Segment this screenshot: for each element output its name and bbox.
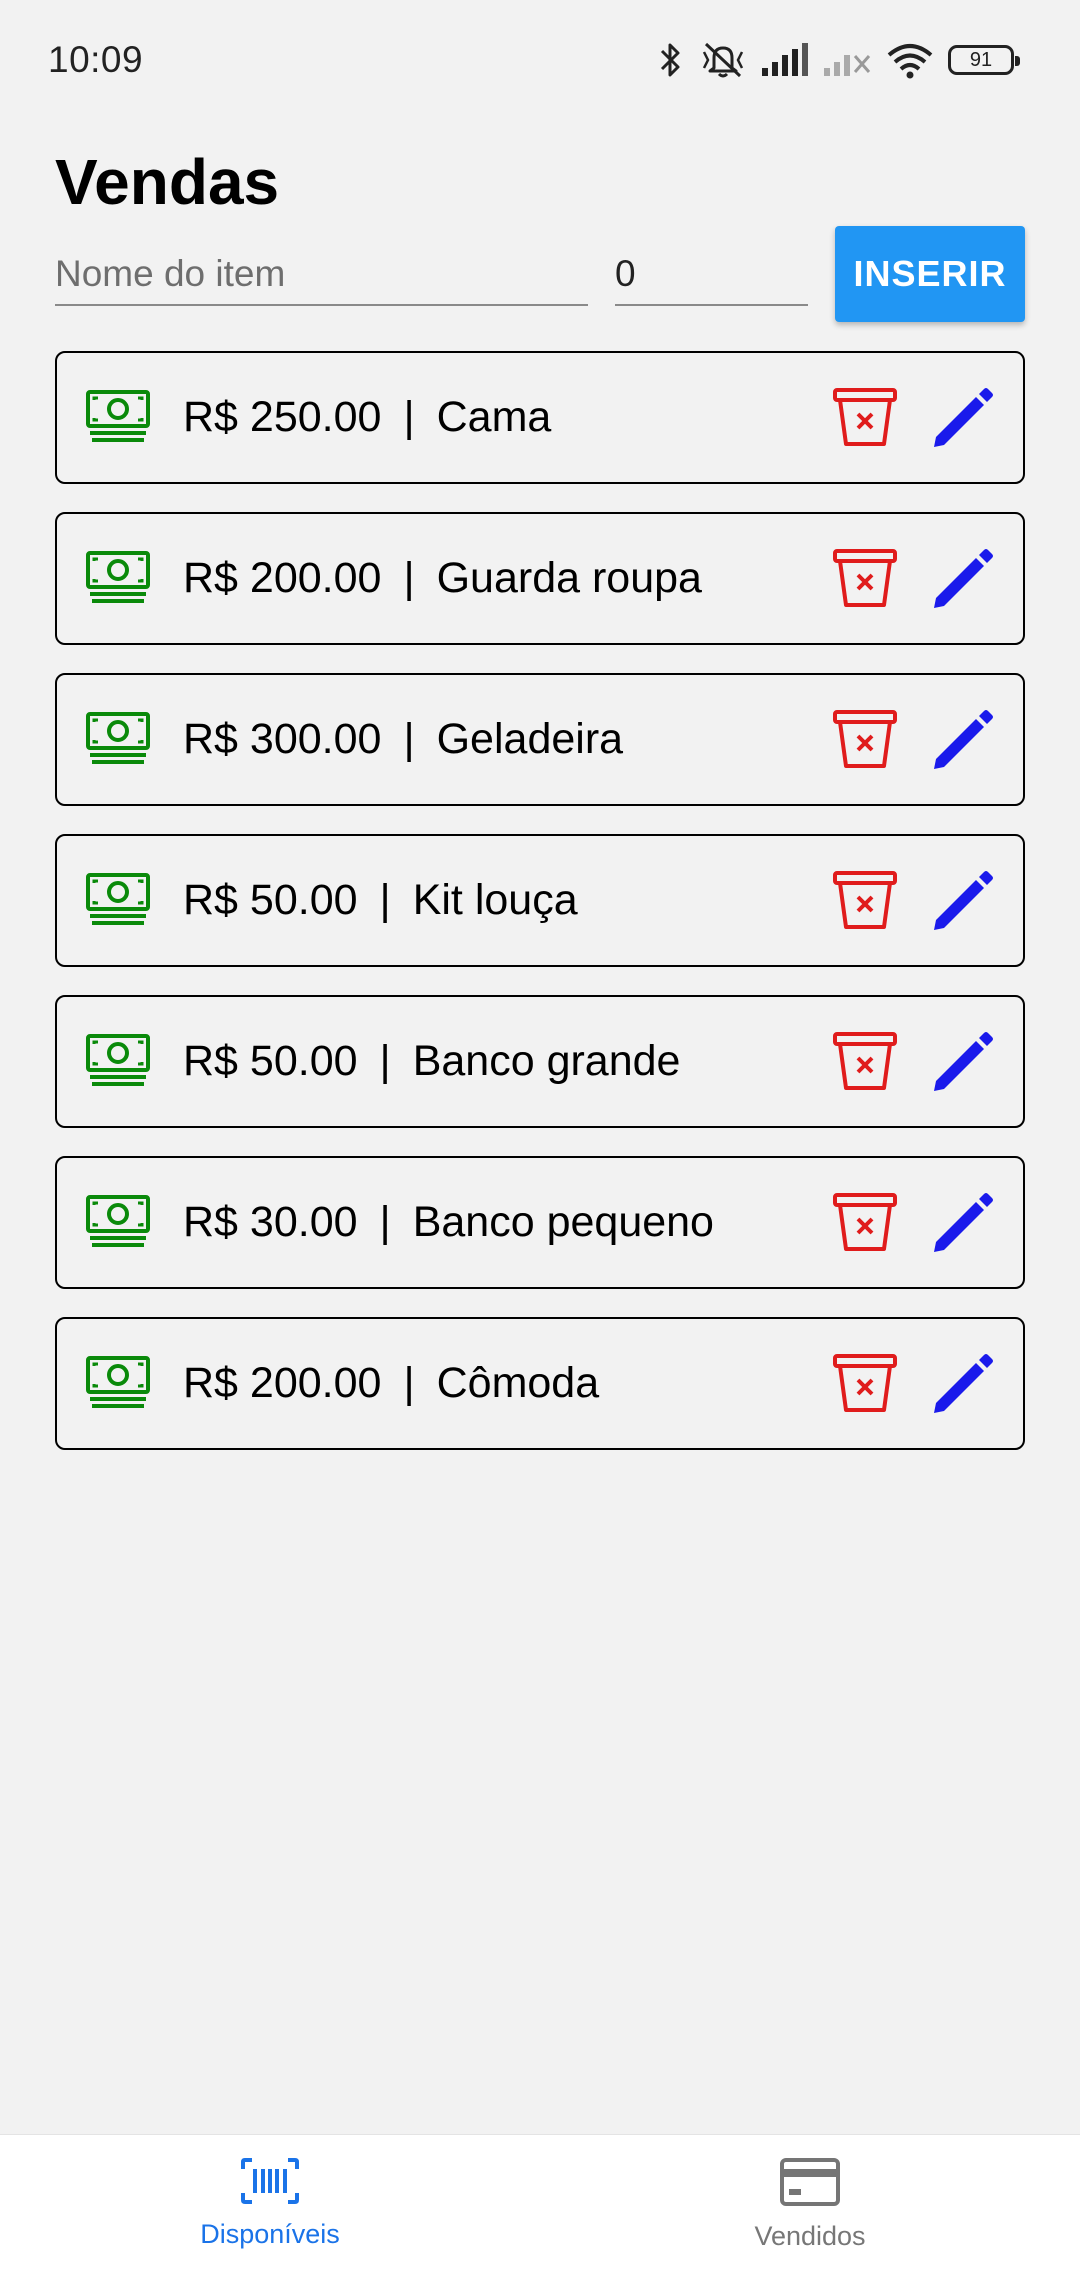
page-title: Vendas <box>55 146 280 218</box>
delete-icon[interactable] <box>832 1353 898 1413</box>
money-icon <box>85 1033 151 1089</box>
item-text: R$ 300.00 | Geladeira <box>183 675 623 804</box>
delete-icon[interactable] <box>832 548 898 608</box>
list-item[interactable]: R$ 30.00 | Banco pequeno <box>55 1156 1025 1289</box>
signal-no-service-icon <box>824 55 871 76</box>
list-item[interactable]: R$ 200.00 | Guarda roupa <box>55 512 1025 645</box>
insert-button[interactable]: INSERIR <box>835 226 1025 322</box>
item-price: R$ 50.00 <box>183 1037 358 1085</box>
signal-icon <box>762 43 808 76</box>
barcode-icon <box>241 2158 299 2204</box>
delete-icon[interactable] <box>832 709 898 769</box>
item-price: R$ 200.00 <box>183 1359 382 1407</box>
money-icon <box>85 711 151 767</box>
battery-icon: 91 <box>948 45 1020 75</box>
item-name: Geladeira <box>436 715 624 763</box>
status-icons: 91 <box>656 40 1020 80</box>
item-separator: | <box>403 1359 415 1407</box>
delete-icon[interactable] <box>832 1031 898 1091</box>
money-icon <box>85 389 151 445</box>
wifi-icon <box>887 44 933 79</box>
item-separator: | <box>403 715 415 763</box>
tab-label: Vendidos <box>754 2221 866 2251</box>
edit-icon[interactable] <box>930 387 994 451</box>
tab-disponiveis[interactable]: Disponíveis <box>0 2135 540 2269</box>
delete-icon[interactable] <box>832 387 898 447</box>
item-price: R$ 30.00 <box>183 1198 358 1246</box>
list-item[interactable]: R$ 300.00 | Geladeira <box>55 673 1025 806</box>
card-icon <box>780 2158 840 2206</box>
money-icon <box>85 1194 151 1250</box>
item-price: R$ 50.00 <box>183 876 358 924</box>
item-price: R$ 200.00 <box>183 554 382 602</box>
item-price: R$ 300.00 <box>183 715 382 763</box>
list-item[interactable]: R$ 50.00 | Banco grande <box>55 995 1025 1128</box>
app-screen: 10:09 91 Vendas Nome do item 0 INSERIR R… <box>0 0 1080 2269</box>
bluetooth-icon <box>660 43 680 77</box>
item-list: R$ 250.00 | Cama R$ 200.00 | Guarda roupa R$ 3… <box>55 351 1025 1478</box>
item-name: Cômoda <box>436 1359 600 1407</box>
list-item[interactable]: R$ 250.00 | Cama <box>55 351 1025 484</box>
item-name: Kit louça <box>412 876 578 924</box>
item-separator: | <box>403 554 415 602</box>
money-icon <box>85 550 151 606</box>
item-text: R$ 250.00 | Cama <box>183 353 551 482</box>
item-separator: | <box>379 1198 391 1246</box>
item-text: R$ 30.00 | Banco pequeno <box>183 1158 714 1287</box>
item-name-input[interactable] <box>55 244 588 306</box>
edit-icon[interactable] <box>930 548 994 612</box>
edit-icon[interactable] <box>930 709 994 773</box>
item-value-input[interactable] <box>615 244 808 306</box>
delete-icon[interactable] <box>832 870 898 930</box>
item-name: Guarda roupa <box>436 554 702 602</box>
bottom-nav: Disponíveis Vendidos <box>0 2134 1080 2269</box>
insert-form: INSERIR <box>55 226 1025 324</box>
edit-icon[interactable] <box>930 870 994 934</box>
item-separator: | <box>379 876 391 924</box>
item-price: R$ 250.00 <box>183 393 382 441</box>
item-text: R$ 50.00 | Banco grande <box>183 997 680 1126</box>
tab-label: Disponíveis <box>200 2219 340 2249</box>
status-time: 10:09 <box>48 39 144 80</box>
list-item[interactable]: R$ 50.00 | Kit louça <box>55 834 1025 967</box>
item-text: R$ 50.00 | Kit louça <box>183 836 578 965</box>
item-name: Banco grande <box>412 1037 681 1085</box>
money-icon <box>85 872 151 928</box>
silent-icon <box>702 42 744 78</box>
edit-icon[interactable] <box>930 1353 994 1417</box>
item-text: R$ 200.00 | Cômoda <box>183 1319 599 1448</box>
tab-vendidos[interactable]: Vendidos <box>540 2135 1080 2269</box>
edit-icon[interactable] <box>930 1031 994 1095</box>
list-item[interactable]: R$ 200.00 | Cômoda <box>55 1317 1025 1450</box>
status-bar: 10:09 91 <box>0 0 1080 120</box>
item-name: Cama <box>436 393 552 441</box>
delete-icon[interactable] <box>832 1192 898 1252</box>
item-text: R$ 200.00 | Guarda roupa <box>183 514 702 643</box>
edit-icon[interactable] <box>930 1192 994 1256</box>
item-separator: | <box>379 1037 391 1085</box>
item-name: Banco pequeno <box>412 1198 714 1246</box>
money-icon <box>85 1355 151 1411</box>
item-separator: | <box>403 393 415 441</box>
